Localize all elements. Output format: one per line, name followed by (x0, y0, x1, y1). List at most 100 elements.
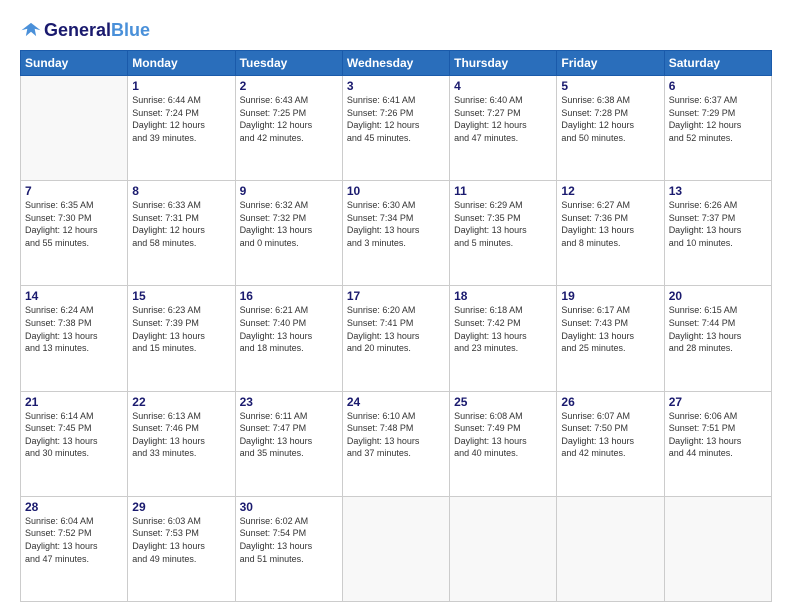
day-info: Sunrise: 6:06 AMSunset: 7:51 PMDaylight:… (669, 410, 767, 460)
calendar-cell: 3Sunrise: 6:41 AMSunset: 7:26 PMDaylight… (342, 76, 449, 181)
logo: GeneralBlue (20, 20, 150, 42)
day-info: Sunrise: 6:07 AMSunset: 7:50 PMDaylight:… (561, 410, 659, 460)
calendar-cell: 11Sunrise: 6:29 AMSunset: 7:35 PMDayligh… (450, 181, 557, 286)
page: GeneralBlue SundayMondayTuesdayWednesday… (0, 0, 792, 612)
day-info: Sunrise: 6:44 AMSunset: 7:24 PMDaylight:… (132, 94, 230, 144)
calendar-cell: 16Sunrise: 6:21 AMSunset: 7:40 PMDayligh… (235, 286, 342, 391)
header: GeneralBlue (20, 20, 772, 42)
day-info: Sunrise: 6:35 AMSunset: 7:30 PMDaylight:… (25, 199, 123, 249)
day-info: Sunrise: 6:41 AMSunset: 7:26 PMDaylight:… (347, 94, 445, 144)
day-number: 8 (132, 184, 230, 198)
day-number: 11 (454, 184, 552, 198)
day-number: 9 (240, 184, 338, 198)
day-info: Sunrise: 6:38 AMSunset: 7:28 PMDaylight:… (561, 94, 659, 144)
calendar-cell (450, 496, 557, 601)
calendar-cell: 18Sunrise: 6:18 AMSunset: 7:42 PMDayligh… (450, 286, 557, 391)
day-number: 14 (25, 289, 123, 303)
day-info: Sunrise: 6:32 AMSunset: 7:32 PMDaylight:… (240, 199, 338, 249)
week-row-4: 21Sunrise: 6:14 AMSunset: 7:45 PMDayligh… (21, 391, 772, 496)
week-row-2: 7Sunrise: 6:35 AMSunset: 7:30 PMDaylight… (21, 181, 772, 286)
day-number: 13 (669, 184, 767, 198)
day-number: 12 (561, 184, 659, 198)
day-info: Sunrise: 6:20 AMSunset: 7:41 PMDaylight:… (347, 304, 445, 354)
calendar-cell: 20Sunrise: 6:15 AMSunset: 7:44 PMDayligh… (664, 286, 771, 391)
logo-text: GeneralBlue (44, 21, 150, 41)
calendar-cell: 22Sunrise: 6:13 AMSunset: 7:46 PMDayligh… (128, 391, 235, 496)
weekday-tuesday: Tuesday (235, 51, 342, 76)
day-info: Sunrise: 6:08 AMSunset: 7:49 PMDaylight:… (454, 410, 552, 460)
day-info: Sunrise: 6:18 AMSunset: 7:42 PMDaylight:… (454, 304, 552, 354)
calendar-cell: 10Sunrise: 6:30 AMSunset: 7:34 PMDayligh… (342, 181, 449, 286)
day-number: 30 (240, 500, 338, 514)
day-number: 23 (240, 395, 338, 409)
calendar-cell: 26Sunrise: 6:07 AMSunset: 7:50 PMDayligh… (557, 391, 664, 496)
day-number: 27 (669, 395, 767, 409)
weekday-wednesday: Wednesday (342, 51, 449, 76)
day-info: Sunrise: 6:30 AMSunset: 7:34 PMDaylight:… (347, 199, 445, 249)
day-number: 25 (454, 395, 552, 409)
weekday-sunday: Sunday (21, 51, 128, 76)
calendar-cell: 4Sunrise: 6:40 AMSunset: 7:27 PMDaylight… (450, 76, 557, 181)
calendar-cell: 15Sunrise: 6:23 AMSunset: 7:39 PMDayligh… (128, 286, 235, 391)
day-info: Sunrise: 6:21 AMSunset: 7:40 PMDaylight:… (240, 304, 338, 354)
calendar-cell: 17Sunrise: 6:20 AMSunset: 7:41 PMDayligh… (342, 286, 449, 391)
calendar-cell: 24Sunrise: 6:10 AMSunset: 7:48 PMDayligh… (342, 391, 449, 496)
day-number: 22 (132, 395, 230, 409)
day-info: Sunrise: 6:23 AMSunset: 7:39 PMDaylight:… (132, 304, 230, 354)
day-number: 20 (669, 289, 767, 303)
calendar-cell: 1Sunrise: 6:44 AMSunset: 7:24 PMDaylight… (128, 76, 235, 181)
logo-icon (20, 20, 42, 42)
weekday-friday: Friday (557, 51, 664, 76)
day-number: 26 (561, 395, 659, 409)
day-info: Sunrise: 6:29 AMSunset: 7:35 PMDaylight:… (454, 199, 552, 249)
calendar-cell: 28Sunrise: 6:04 AMSunset: 7:52 PMDayligh… (21, 496, 128, 601)
day-info: Sunrise: 6:37 AMSunset: 7:29 PMDaylight:… (669, 94, 767, 144)
day-info: Sunrise: 6:13 AMSunset: 7:46 PMDaylight:… (132, 410, 230, 460)
weekday-saturday: Saturday (664, 51, 771, 76)
day-number: 15 (132, 289, 230, 303)
day-number: 24 (347, 395, 445, 409)
weekday-thursday: Thursday (450, 51, 557, 76)
day-number: 29 (132, 500, 230, 514)
day-number: 1 (132, 79, 230, 93)
calendar-cell: 6Sunrise: 6:37 AMSunset: 7:29 PMDaylight… (664, 76, 771, 181)
day-info: Sunrise: 6:27 AMSunset: 7:36 PMDaylight:… (561, 199, 659, 249)
day-info: Sunrise: 6:43 AMSunset: 7:25 PMDaylight:… (240, 94, 338, 144)
day-number: 17 (347, 289, 445, 303)
day-info: Sunrise: 6:14 AMSunset: 7:45 PMDaylight:… (25, 410, 123, 460)
day-number: 10 (347, 184, 445, 198)
calendar-cell: 9Sunrise: 6:32 AMSunset: 7:32 PMDaylight… (235, 181, 342, 286)
calendar-cell: 25Sunrise: 6:08 AMSunset: 7:49 PMDayligh… (450, 391, 557, 496)
calendar-table: SundayMondayTuesdayWednesdayThursdayFrid… (20, 50, 772, 602)
calendar-cell (664, 496, 771, 601)
weekday-monday: Monday (128, 51, 235, 76)
week-row-5: 28Sunrise: 6:04 AMSunset: 7:52 PMDayligh… (21, 496, 772, 601)
calendar-cell: 30Sunrise: 6:02 AMSunset: 7:54 PMDayligh… (235, 496, 342, 601)
day-info: Sunrise: 6:24 AMSunset: 7:38 PMDaylight:… (25, 304, 123, 354)
day-number: 18 (454, 289, 552, 303)
calendar-cell (557, 496, 664, 601)
calendar-cell: 29Sunrise: 6:03 AMSunset: 7:53 PMDayligh… (128, 496, 235, 601)
calendar-cell: 8Sunrise: 6:33 AMSunset: 7:31 PMDaylight… (128, 181, 235, 286)
day-info: Sunrise: 6:17 AMSunset: 7:43 PMDaylight:… (561, 304, 659, 354)
day-info: Sunrise: 6:40 AMSunset: 7:27 PMDaylight:… (454, 94, 552, 144)
day-info: Sunrise: 6:26 AMSunset: 7:37 PMDaylight:… (669, 199, 767, 249)
calendar-cell: 14Sunrise: 6:24 AMSunset: 7:38 PMDayligh… (21, 286, 128, 391)
calendar-cell: 7Sunrise: 6:35 AMSunset: 7:30 PMDaylight… (21, 181, 128, 286)
weekday-header-row: SundayMondayTuesdayWednesdayThursdayFrid… (21, 51, 772, 76)
calendar-cell: 23Sunrise: 6:11 AMSunset: 7:47 PMDayligh… (235, 391, 342, 496)
day-info: Sunrise: 6:04 AMSunset: 7:52 PMDaylight:… (25, 515, 123, 565)
day-number: 5 (561, 79, 659, 93)
day-number: 16 (240, 289, 338, 303)
calendar-cell (342, 496, 449, 601)
day-number: 4 (454, 79, 552, 93)
calendar-cell: 5Sunrise: 6:38 AMSunset: 7:28 PMDaylight… (557, 76, 664, 181)
day-info: Sunrise: 6:10 AMSunset: 7:48 PMDaylight:… (347, 410, 445, 460)
day-number: 7 (25, 184, 123, 198)
day-info: Sunrise: 6:03 AMSunset: 7:53 PMDaylight:… (132, 515, 230, 565)
calendar-cell: 13Sunrise: 6:26 AMSunset: 7:37 PMDayligh… (664, 181, 771, 286)
day-number: 6 (669, 79, 767, 93)
day-info: Sunrise: 6:33 AMSunset: 7:31 PMDaylight:… (132, 199, 230, 249)
day-info: Sunrise: 6:11 AMSunset: 7:47 PMDaylight:… (240, 410, 338, 460)
week-row-1: 1Sunrise: 6:44 AMSunset: 7:24 PMDaylight… (21, 76, 772, 181)
